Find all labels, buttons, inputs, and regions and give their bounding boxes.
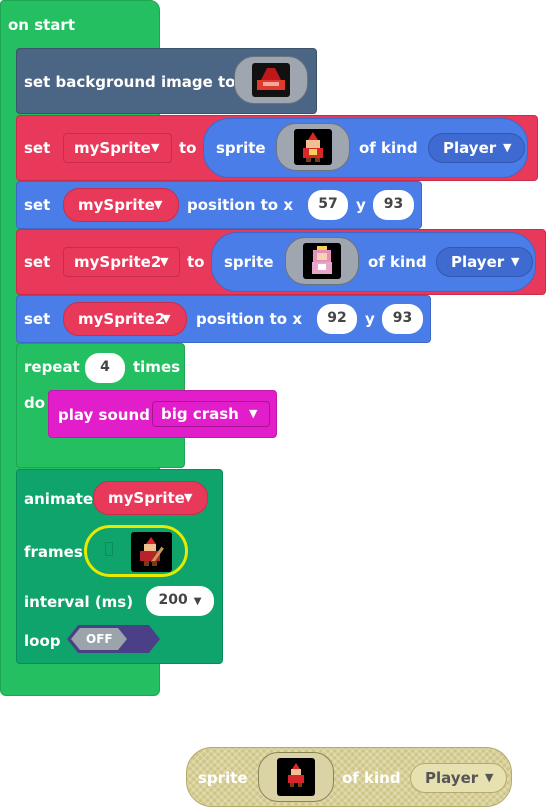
sprite-label: sprite — [224, 253, 274, 271]
kind-dropdown[interactable]: Player ▼ — [428, 133, 525, 163]
sprite-image-picker[interactable] — [276, 123, 350, 171]
animate-label: animate — [24, 490, 94, 508]
chevron-down-icon: ▼ — [511, 255, 520, 268]
sound-dropdown[interactable]: big crash ▼ — [152, 401, 270, 427]
position-label: position to x — [196, 310, 303, 328]
chevron-down-icon: ▼ — [249, 407, 258, 420]
position-label: position to x — [187, 196, 294, 214]
times-label: times — [133, 358, 181, 376]
of-kind-label: of kind — [342, 769, 401, 787]
frames-label: frames — [24, 543, 83, 561]
variable-dropdown[interactable]: mySprite ▼ — [63, 188, 179, 222]
chevron-down-icon: ▼ — [485, 771, 494, 784]
y-label: y — [365, 310, 375, 328]
pink-princess-sprite-icon — [309, 246, 335, 276]
red-wizard-sprite-icon — [286, 763, 306, 789]
sprite-label: sprite — [198, 769, 248, 787]
chevron-down-icon: ▼ — [193, 596, 202, 607]
y-input[interactable]: 93 — [373, 190, 414, 220]
set-label: set — [24, 310, 51, 328]
frames-picker[interactable] — [84, 525, 188, 577]
wizard-frame-icon — [138, 537, 164, 567]
set-label: set — [24, 253, 51, 271]
frame-icon — [105, 542, 113, 556]
interval-dropdown[interactable]: 200 ▼ — [146, 586, 214, 616]
chevron-down-icon: ▼ — [160, 255, 169, 268]
sprite-image-picker[interactable] — [258, 752, 334, 802]
repeat-label: repeat — [24, 358, 80, 376]
set-label: set — [24, 139, 51, 157]
loop-toggle[interactable]: OFF — [67, 625, 160, 653]
set-label: set — [24, 196, 51, 214]
chevron-down-icon: ▼ — [184, 491, 193, 504]
background-image-picker[interactable] — [234, 56, 308, 104]
chevron-down-icon: ▼ — [503, 141, 512, 154]
red-pixel-stage-icon — [255, 66, 287, 94]
chevron-down-icon: ▼ — [151, 141, 160, 154]
variable-dropdown[interactable]: mySprite2 ▼ — [63, 302, 187, 336]
variable-dropdown[interactable]: mySprite2 ▼ — [63, 247, 180, 277]
red-wizard-sprite-icon — [300, 132, 326, 162]
variable-dropdown[interactable]: mySprite ▼ — [93, 481, 208, 515]
of-kind-label: of kind — [359, 139, 418, 157]
kind-dropdown[interactable]: Player ▼ — [436, 247, 533, 277]
sprite-label: sprite — [216, 139, 266, 157]
of-kind-label: of kind — [368, 253, 427, 271]
to-label: to — [187, 253, 205, 271]
chevron-down-icon: ▼ — [154, 198, 163, 211]
x-input[interactable]: 57 — [308, 190, 348, 220]
interval-label: interval (ms) — [24, 593, 134, 611]
kind-dropdown[interactable]: Player ▼ — [410, 763, 507, 793]
y-input[interactable]: 93 — [382, 304, 423, 334]
loop-label: loop — [24, 632, 61, 650]
to-label: to — [179, 139, 197, 157]
do-label: do — [24, 394, 46, 412]
loop-value: OFF — [86, 632, 113, 646]
play-sound-label: play sound — [58, 406, 150, 424]
y-label: y — [356, 196, 366, 214]
on-start-label: on start — [8, 16, 75, 34]
x-input[interactable]: 92 — [317, 304, 357, 334]
sprite-image-picker[interactable] — [285, 237, 359, 285]
chevron-down-icon: ▼ — [162, 312, 171, 325]
repeat-count-input[interactable]: 4 — [85, 353, 125, 383]
set-background-label: set background image to — [24, 73, 236, 91]
variable-dropdown[interactable]: mySprite ▼ — [63, 133, 172, 163]
